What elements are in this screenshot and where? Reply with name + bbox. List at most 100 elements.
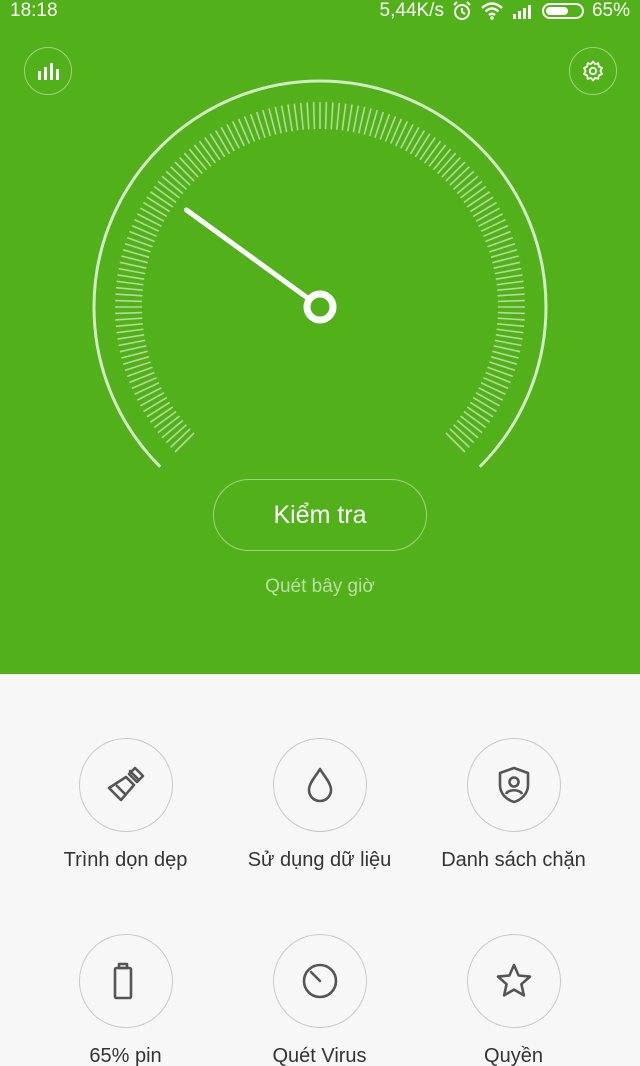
- gauge-tick: [306, 102, 310, 130]
- gauge-tick: [119, 261, 147, 269]
- gauge-tick: [496, 328, 524, 334]
- gauge-tick: [347, 104, 353, 132]
- gauge-tick: [341, 103, 347, 131]
- tool-icon-circle: [466, 934, 561, 1028]
- gauge-tick: [460, 180, 483, 199]
- gauge-outer-arc: [92, 79, 548, 468]
- gauge-tick: [478, 387, 504, 401]
- security-header-panel: 18:18 5,44K/s 65% Kiểm tra Quét bây giờ: [0, 0, 640, 674]
- gauge-hub: [303, 290, 337, 324]
- gauge-tick: [463, 185, 487, 204]
- gauge-tick: [161, 175, 184, 195]
- gauge-tick: [478, 213, 504, 227]
- gauge-tick: [395, 121, 409, 147]
- gauge-tick: [231, 121, 245, 147]
- gauge-tick: [280, 105, 288, 133]
- tool-label: Sử dụng dữ liệu: [247, 849, 392, 871]
- gauge-tick: [441, 157, 461, 178]
- droplet-icon: [307, 767, 332, 803]
- gauge-tick: [118, 339, 146, 347]
- gauge-tick: [466, 191, 491, 208]
- tools-grid: Trình dọn dẹp Sử dụng dữ liệu Danh sách …: [0, 674, 640, 1066]
- gauge-tick: [149, 406, 174, 423]
- gauge-tick: [497, 311, 525, 315]
- tool-label: Quyền: [484, 1045, 543, 1066]
- gauge-tick: [494, 267, 522, 275]
- gauge-tick: [165, 170, 188, 190]
- tool-virus-scan[interactable]: Quét Virus: [213, 934, 426, 1066]
- gauge-tick: [179, 157, 199, 178]
- gauge-tick: [452, 170, 475, 190]
- check-button[interactable]: Kiểm tra: [213, 479, 427, 551]
- gauge-tick: [452, 424, 475, 444]
- gauge-tick: [358, 106, 366, 134]
- gauge-tick: [419, 136, 436, 161]
- tool-blocklist[interactable]: Danh sách chặn: [407, 738, 620, 872]
- tool-cleaner[interactable]: Trình dọn dẹp: [19, 738, 232, 872]
- tool-icon-circle: [466, 738, 561, 832]
- gauge-tick: [494, 339, 522, 347]
- gauge-tick: [115, 286, 143, 291]
- tool-icon-circle: [78, 934, 173, 1028]
- gauge-tick: [174, 432, 195, 453]
- tool-icon-circle: [78, 738, 173, 832]
- tool-label: 65% pin: [89, 1045, 162, 1066]
- tool-icon-circle: [272, 738, 367, 832]
- gauge-ticks: [115, 102, 525, 453]
- check-button-label: Kiểm tra: [273, 500, 367, 529]
- speed-gauge: [92, 79, 548, 468]
- broom-icon: [107, 766, 144, 802]
- gauge-tick: [423, 140, 442, 164]
- tool-permissions[interactable]: Quyền: [407, 934, 620, 1066]
- gauge-tick: [456, 419, 479, 439]
- gauge-tick: [115, 323, 143, 328]
- gauge-tick: [496, 280, 524, 286]
- gauge-tick: [287, 104, 293, 132]
- gauge-tick: [157, 415, 180, 434]
- tool-label: Quét Virus: [272, 1045, 367, 1066]
- gauge-tick: [119, 345, 147, 353]
- gauge-tick: [198, 140, 217, 164]
- gauge-tick: [497, 317, 525, 321]
- scan-dial-icon: [302, 963, 337, 999]
- gauge-tick: [153, 410, 177, 429]
- gauge-tick: [140, 207, 165, 222]
- gauge-tick: [497, 293, 525, 297]
- gauge-tick: [174, 161, 195, 182]
- gauge-tick: [469, 401, 494, 418]
- gauge-tick: [143, 201, 168, 218]
- gauge-tick: [214, 130, 231, 155]
- gauge-tick: [143, 396, 168, 413]
- gauge-tick: [352, 105, 360, 133]
- shield-user-icon: [498, 766, 529, 804]
- gauge-tick: [115, 317, 143, 321]
- gauge-tick: [445, 432, 466, 453]
- gauge-tick: [149, 191, 174, 208]
- tool-battery[interactable]: 65% pin: [19, 934, 232, 1066]
- gauge-tick: [170, 166, 191, 186]
- gauge-tick: [463, 410, 487, 429]
- gauge-tick: [432, 148, 452, 171]
- gauge-tick: [134, 218, 160, 232]
- gauge-tick: [475, 207, 500, 222]
- tool-data-usage[interactable]: Sử dụng dữ liệu: [213, 738, 426, 872]
- gauge-tick: [495, 334, 523, 340]
- gauge-tick: [293, 103, 299, 131]
- gauge-tick: [330, 102, 334, 130]
- gauge-needle: [184, 207, 309, 300]
- gauge-tick: [449, 166, 470, 186]
- gauge-tick: [336, 102, 341, 130]
- gauge-tick: [414, 133, 431, 158]
- gauge-tick: [469, 196, 494, 213]
- gauge-tick: [449, 428, 470, 448]
- gauge-tick: [497, 286, 525, 291]
- gauge-tick: [170, 428, 191, 448]
- gauge-tick: [146, 196, 171, 213]
- scan-hint: Quét bây giờ: [265, 576, 375, 597]
- gauge-tick: [405, 127, 420, 152]
- gauge-tick: [118, 267, 146, 275]
- gauge-tick: [140, 392, 165, 407]
- gauge-tick: [492, 255, 519, 264]
- gauge-tick: [115, 299, 143, 303]
- gauge-tick: [146, 401, 171, 418]
